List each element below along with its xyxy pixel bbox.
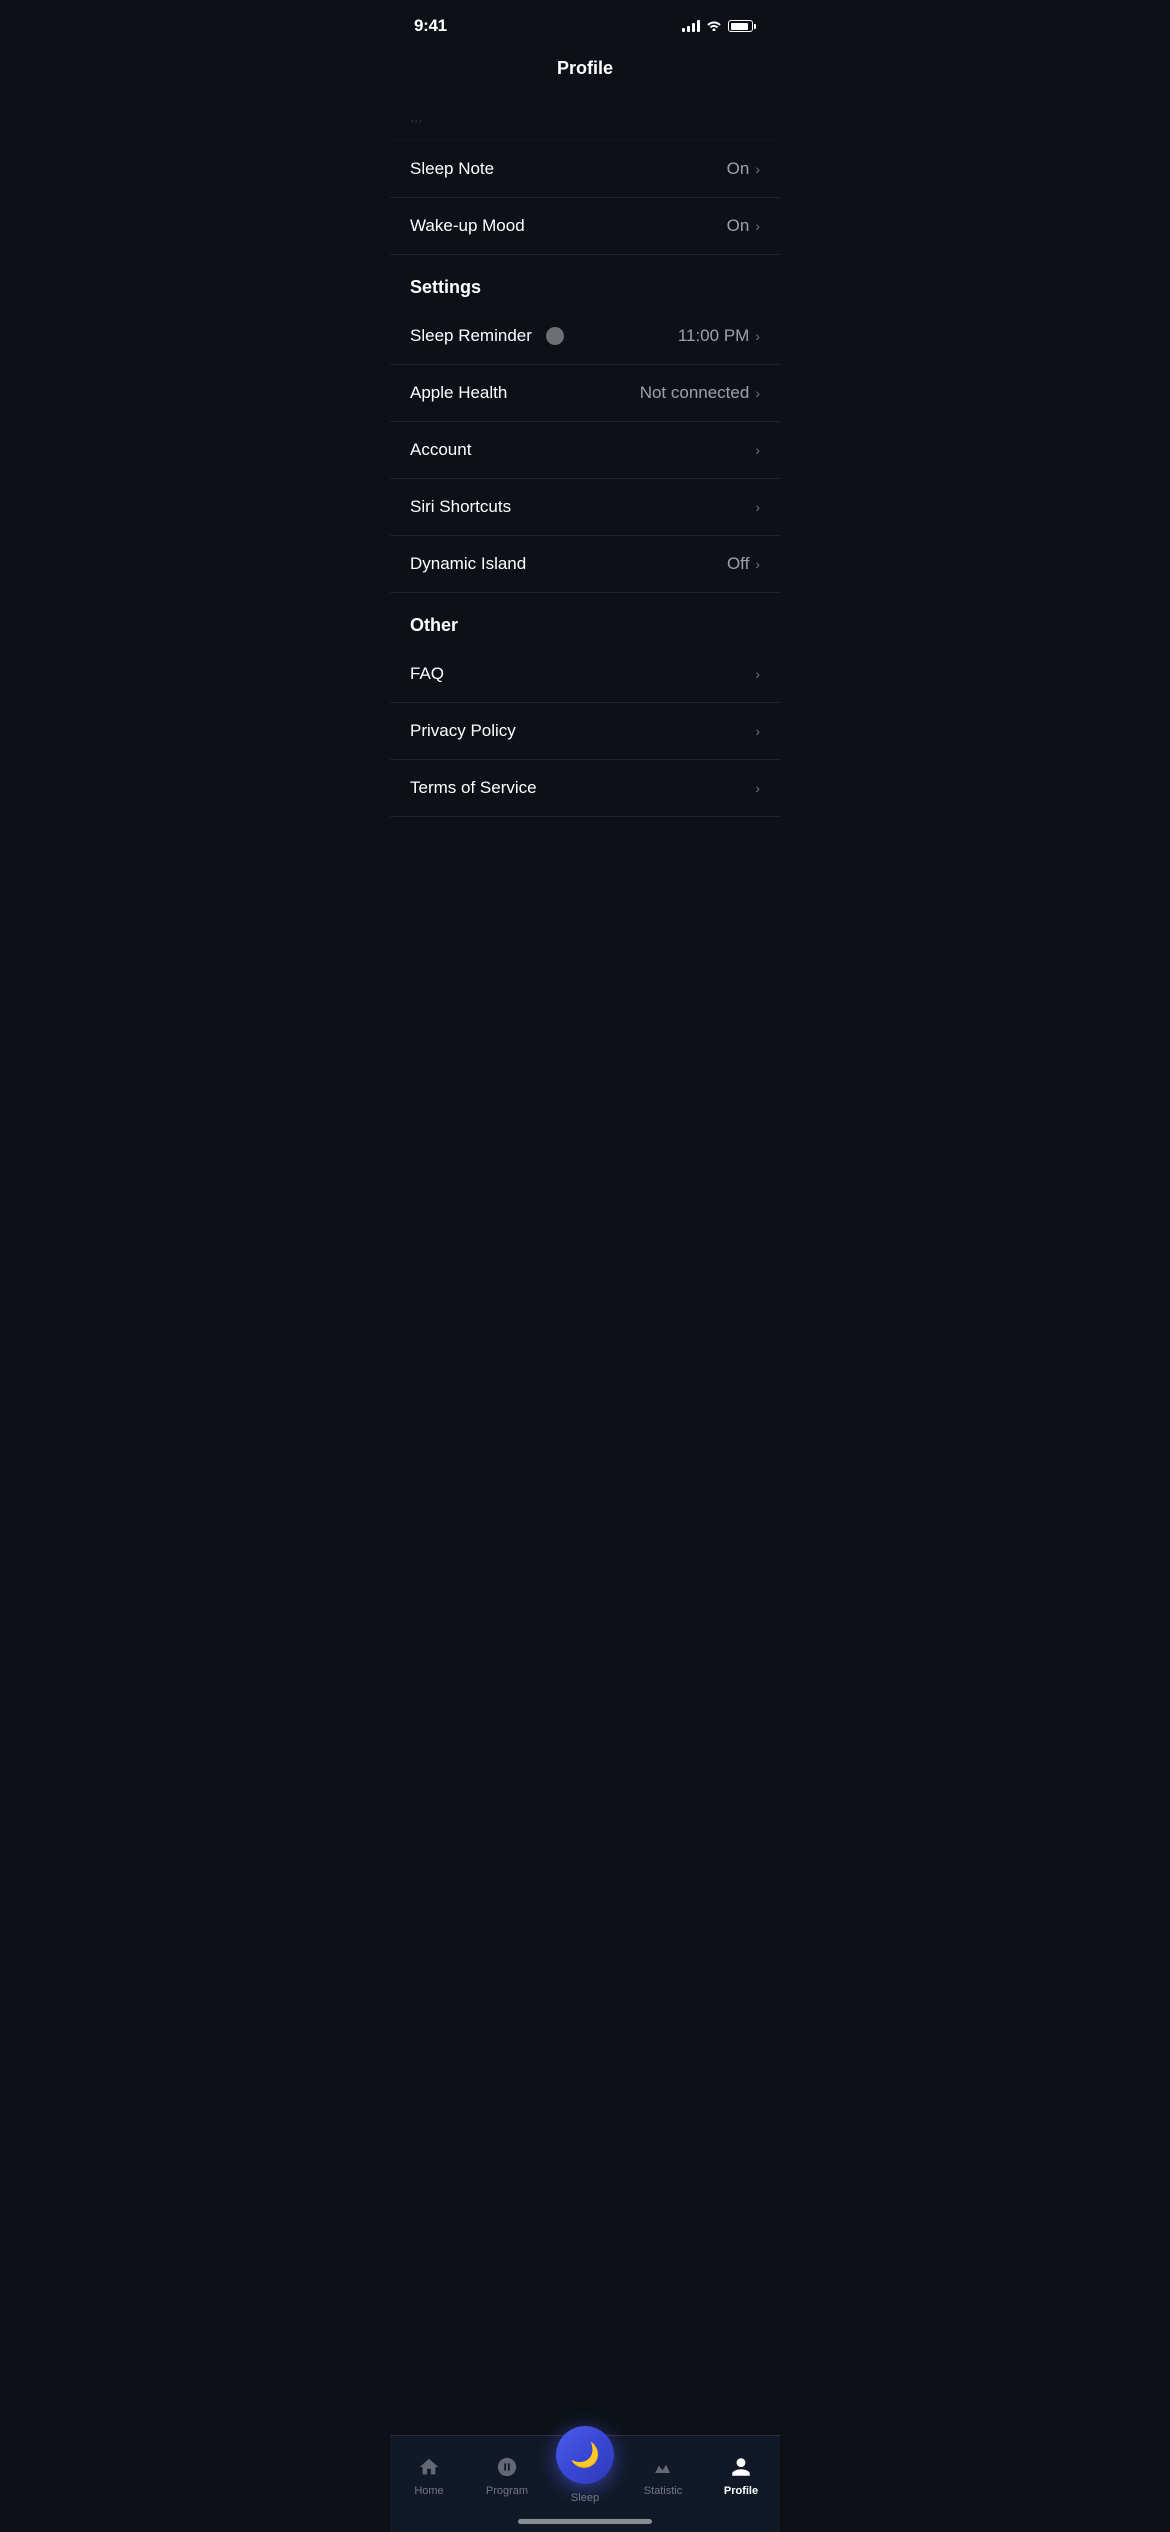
partial-top-row: ... (390, 95, 780, 141)
sleep-reminder-label: Sleep Reminder (410, 326, 532, 346)
sleep-note-row[interactable]: Sleep Note On › (390, 141, 780, 198)
tab-statistic[interactable]: Statistic (624, 2453, 702, 2497)
status-time: 9:41 (414, 16, 447, 36)
privacy-policy-value: › (755, 723, 760, 739)
sleep-reminder-chevron: › (755, 328, 760, 344)
tab-sleep[interactable]: 🌙 Sleep (546, 2446, 624, 2504)
privacy-policy-row[interactable]: Privacy Policy › (390, 703, 780, 760)
dynamic-island-row[interactable]: Dynamic Island Off › (390, 536, 780, 593)
privacy-policy-chevron: › (755, 723, 760, 739)
program-icon (493, 2453, 521, 2481)
apple-health-label: Apple Health (410, 383, 507, 403)
account-chevron: › (755, 442, 760, 458)
dynamic-island-chevron: › (755, 556, 760, 572)
home-icon (415, 2453, 443, 2481)
wakeup-mood-row[interactable]: Wake-up Mood On › (390, 198, 780, 255)
tab-program-label: Program (486, 2485, 528, 2497)
siri-shortcuts-label: Siri Shortcuts (410, 497, 511, 517)
terms-of-service-value: › (755, 780, 760, 796)
sleep-reminder-row[interactable]: Sleep Reminder 11:00 PM › (390, 308, 780, 365)
tab-home[interactable]: Home (390, 2453, 468, 2497)
page-title: Profile (390, 48, 780, 95)
terms-of-service-chevron: › (755, 780, 760, 796)
wakeup-mood-label: Wake-up Mood (410, 216, 525, 236)
apple-health-value: Not connected › (640, 383, 760, 403)
tab-profile-label: Profile (724, 2485, 758, 2497)
signal-icon (682, 20, 700, 32)
wakeup-mood-value: On › (727, 216, 760, 236)
faq-row[interactable]: FAQ › (390, 646, 780, 703)
tab-bar: Home Program 🌙 Sleep Statistic (390, 2435, 780, 2532)
battery-icon (728, 20, 756, 32)
sleep-note-chevron: › (755, 161, 760, 177)
settings-section-header: Settings (390, 255, 780, 308)
status-icons (682, 18, 756, 34)
tab-statistic-label: Statistic (644, 2485, 683, 2497)
sleep-note-value: On › (727, 159, 760, 179)
dynamic-island-value: Off › (727, 554, 760, 574)
sleep-reminder-toggle[interactable] (546, 327, 564, 345)
sleep-reminder-value: 11:00 PM › (678, 326, 760, 346)
sleep-button[interactable]: 🌙 (556, 2426, 614, 2484)
apple-health-chevron: › (755, 385, 760, 401)
terms-of-service-label: Terms of Service (410, 778, 537, 798)
privacy-policy-label: Privacy Policy (410, 721, 516, 741)
account-label: Account (410, 440, 471, 460)
tab-program[interactable]: Program (468, 2453, 546, 2497)
sleep-note-label: Sleep Note (410, 159, 494, 179)
moon-icon: 🌙 (570, 2441, 600, 2470)
tab-home-label: Home (414, 2485, 443, 2497)
terms-of-service-row[interactable]: Terms of Service › (390, 760, 780, 817)
dynamic-island-label: Dynamic Island (410, 554, 526, 574)
other-section-header: Other (390, 593, 780, 646)
tab-sleep-label: Sleep (571, 2492, 599, 2504)
profile-icon (727, 2453, 755, 2481)
siri-shortcuts-chevron: › (755, 499, 760, 515)
tab-profile[interactable]: Profile (702, 2453, 780, 2497)
wakeup-mood-chevron: › (755, 218, 760, 234)
account-value: › (755, 442, 760, 458)
wifi-icon (706, 18, 722, 34)
faq-label: FAQ (410, 664, 444, 684)
statistic-icon (649, 2453, 677, 2481)
faq-value: › (755, 666, 760, 682)
siri-shortcuts-row[interactable]: Siri Shortcuts › (390, 479, 780, 536)
account-row[interactable]: Account › (390, 422, 780, 479)
siri-shortcuts-value: › (755, 499, 760, 515)
faq-chevron: › (755, 666, 760, 682)
apple-health-row[interactable]: Apple Health Not connected › (390, 365, 780, 422)
status-bar: 9:41 (390, 0, 780, 48)
home-indicator (518, 2519, 652, 2524)
